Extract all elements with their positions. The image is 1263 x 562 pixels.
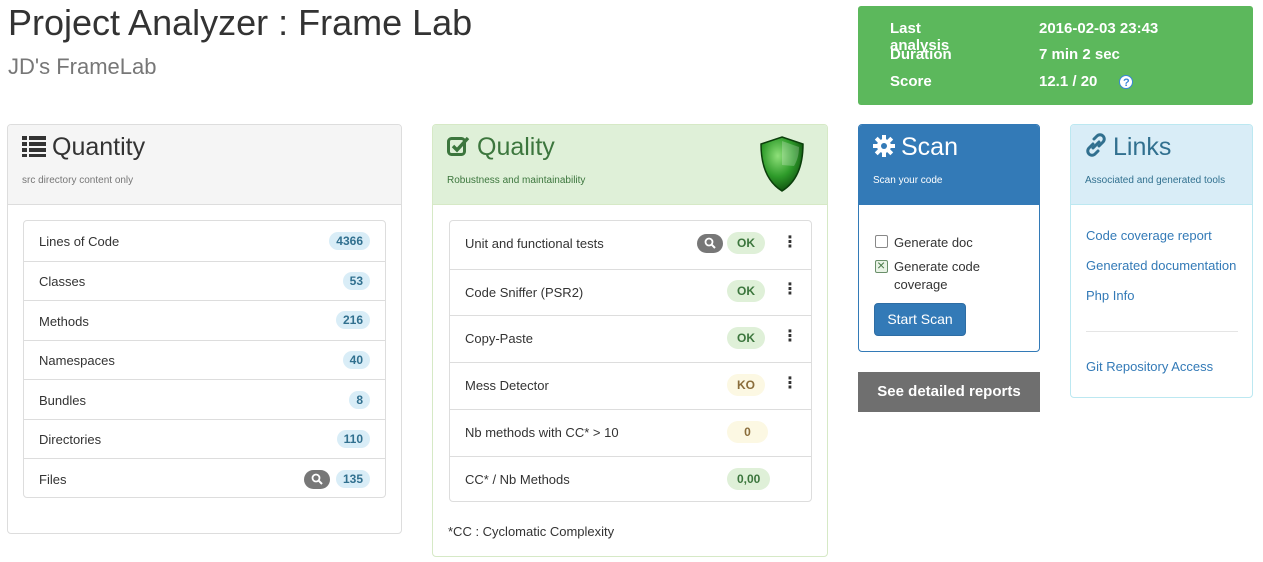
item-label: Classes (39, 274, 86, 289)
status-badge: OK (727, 232, 765, 254)
list-item: Classes 53 (24, 261, 385, 300)
page-subtitle: JD's FrameLab (8, 54, 157, 79)
list-item: Copy-Paste OK ⋮ (450, 315, 811, 362)
status-badge: OK (727, 327, 765, 349)
quantity-list: Lines of Code 4366 Classes 53 Methods 21… (23, 220, 386, 498)
quality-subtitle: Robustness and maintainability (447, 175, 586, 186)
scan-subtitle: Scan your code (873, 175, 943, 186)
status-badge: 0 (727, 421, 768, 443)
analysis-summary: Last analysis 2016-02-03 23:43 Duration … (858, 6, 1253, 105)
count-badge: 216 (335, 311, 370, 329)
quality-panel-header: Quality Robustness and maintainability (433, 125, 827, 205)
links-title-text: Links (1113, 133, 1172, 161)
status-badge: KO (727, 374, 765, 396)
status-badge: OK (727, 280, 765, 302)
search-button[interactable] (697, 234, 723, 253)
divider (1086, 331, 1238, 332)
scan-title-text: Scan (901, 133, 958, 161)
item-label: Bundles (39, 393, 86, 408)
count-badge: 110 (336, 430, 370, 448)
search-icon (704, 237, 716, 249)
green-shield-icon (760, 136, 804, 192)
see-detailed-reports-button[interactable]: See detailed reports (858, 372, 1040, 412)
project-analyzer-page: Project Analyzer : Frame Lab JD's FrameL… (0, 0, 1263, 562)
list-item: Bundles 8 (24, 379, 385, 419)
item-label: Unit and functional tests (465, 236, 604, 251)
links-subtitle: Associated and generated tools (1085, 175, 1226, 186)
score-value: 12.1 / 20 (1039, 73, 1098, 90)
cc-footnote: *CC : Cyclomatic Complexity (448, 524, 615, 539)
quality-panel: Quality Robustness and maintainability U… (432, 124, 828, 557)
search-button[interactable] (304, 470, 330, 489)
more-vertical-icon[interactable]: ⋮ (782, 329, 798, 345)
generate-doc-checkbox[interactable] (875, 235, 888, 248)
item-label: Copy-Paste (465, 331, 533, 346)
count-badge: 8 (349, 391, 370, 409)
link-icon (1085, 133, 1107, 164)
quality-list: Unit and functional tests OK ⋮ Code Snif… (449, 220, 812, 502)
item-label: Nb methods with CC* > 10 (465, 425, 619, 440)
item-label: Lines of Code (39, 234, 120, 249)
option-label: Generate code coverage (894, 259, 981, 292)
summary-value: 7 min 2 sec (1039, 46, 1120, 63)
item-label: Files (39, 472, 67, 487)
list-item: Directories 110 (24, 419, 385, 458)
gear-icon (873, 135, 895, 164)
summary-value: 12.1 / 20? (1039, 73, 1134, 90)
git-repository-access-link[interactable]: Git Repository Access (1086, 359, 1213, 374)
search-icon (311, 473, 323, 485)
option-label: Generate doc (894, 235, 973, 250)
generated-documentation-link[interactable]: Generated documentation (1086, 258, 1236, 273)
list-item: Code Sniffer (PSR2) OK ⋮ (450, 269, 811, 315)
count-badge: 40 (342, 351, 370, 369)
code-coverage-report-link[interactable]: Code coverage report (1086, 228, 1212, 243)
scan-panel: Scan Scan your code Generate doc Generat… (858, 124, 1040, 352)
start-scan-button[interactable]: Start Scan (874, 303, 966, 336)
item-label: Directories (39, 432, 102, 447)
quantity-panel-header: Quantity src directory content only (8, 125, 401, 205)
checkbox-icon (447, 135, 471, 164)
count-badge: 135 (335, 470, 370, 488)
scan-panel-header: Scan Scan your code (859, 125, 1039, 205)
list-item: Namespaces 40 (24, 340, 385, 379)
list-item: Unit and functional tests OK ⋮ (450, 221, 811, 269)
quality-title-text: Quality (477, 133, 555, 161)
generate-coverage-checkbox[interactable] (875, 257, 888, 273)
more-vertical-icon[interactable]: ⋮ (782, 235, 798, 251)
count-badge: 53 (342, 272, 370, 290)
quantity-subtitle: src directory content only (22, 175, 134, 186)
item-label: Code Sniffer (PSR2) (465, 285, 584, 300)
quantity-panel: Quantity src directory content only Line… (7, 124, 402, 534)
status-badge: 0,00 (727, 468, 771, 490)
page-title: Project Analyzer : Frame Lab (8, 2, 473, 43)
list-item: CC* / Nb Methods 0,00 (450, 456, 811, 503)
item-label: Namespaces (39, 353, 115, 368)
item-label: Mess Detector (465, 378, 549, 393)
summary-value: 2016-02-03 23:43 (1039, 20, 1159, 37)
summary-label: Score (890, 73, 932, 90)
list-item: Methods 216 (24, 300, 385, 340)
links-panel: Links Associated and generated tools Cod… (1070, 124, 1253, 398)
links-title: Links (1085, 133, 1171, 164)
list-item: Nb methods with CC* > 10 0 (450, 409, 811, 456)
list-item: Lines of Code 4366 (24, 221, 385, 261)
list-item: Mess Detector KO ⋮ (450, 362, 811, 409)
more-vertical-icon[interactable]: ⋮ (782, 282, 798, 298)
more-vertical-icon[interactable]: ⋮ (782, 376, 798, 392)
scan-title: Scan (873, 133, 958, 164)
count-badge: 4366 (329, 232, 370, 250)
links-panel-header: Links Associated and generated tools (1071, 125, 1252, 205)
quantity-title-text: Quantity (52, 133, 146, 161)
list-icon (22, 135, 46, 164)
question-circle-icon[interactable]: ? (1119, 75, 1134, 89)
quantity-title: Quantity (22, 133, 145, 164)
summary-label: Duration (890, 46, 952, 63)
item-label: Methods (39, 314, 89, 329)
list-item: Files 135 (24, 458, 385, 498)
php-info-link[interactable]: Php Info (1086, 288, 1134, 303)
item-label: CC* / Nb Methods (465, 472, 570, 487)
quality-title: Quality (447, 133, 555, 164)
